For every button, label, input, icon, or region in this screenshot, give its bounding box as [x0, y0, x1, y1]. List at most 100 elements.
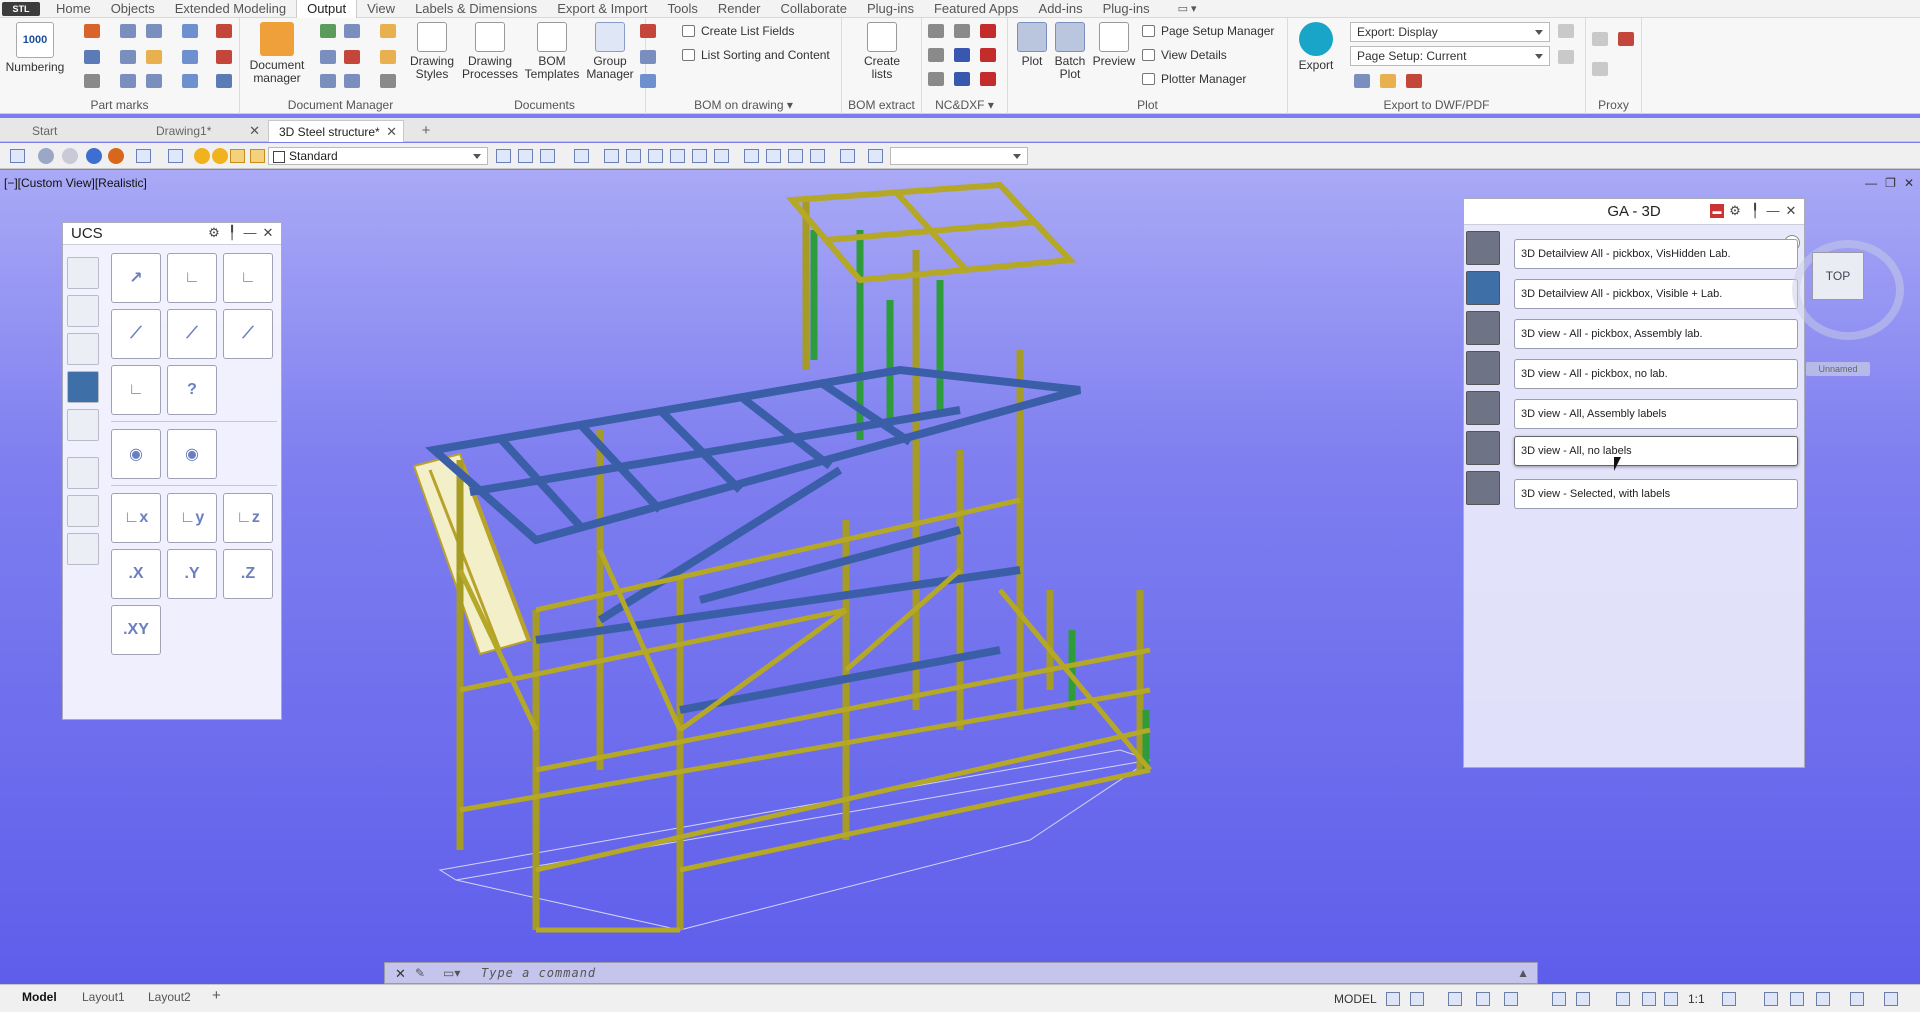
lock-icon[interactable] [250, 149, 265, 163]
command-input[interactable]: Type a command [481, 966, 596, 980]
iso-view-icon[interactable] [744, 149, 759, 163]
viewcube[interactable]: TOP [1812, 252, 1864, 300]
pin-icon[interactable]: ╿ [1748, 204, 1762, 218]
part-mark-icon[interactable] [216, 24, 232, 38]
visual-style-select[interactable]: Standard [268, 147, 488, 165]
part-mark-icon[interactable] [120, 50, 136, 64]
list-sorting-button[interactable]: List Sorting and Content [682, 48, 830, 62]
light-icon[interactable] [230, 149, 245, 163]
export-button[interactable]: Export [1296, 22, 1336, 72]
close-icon[interactable]: ✕ [261, 226, 275, 240]
tools-icon[interactable] [67, 295, 99, 327]
panel-title-bom-on-drawing[interactable]: BOM on drawing ▾ [646, 98, 841, 112]
plus-icon[interactable] [1764, 992, 1778, 1006]
pin-icon[interactable]: ╿ [225, 226, 239, 240]
ucs-face-button[interactable]: ⟋ [111, 309, 161, 359]
sun-icon[interactable] [212, 148, 228, 164]
customize-icon[interactable]: ✎ [415, 966, 425, 980]
close-icon[interactable]: ✕ [249, 120, 260, 142]
tab-drawing1[interactable]: Drawing1* ✕ [146, 120, 266, 142]
model-viewport[interactable]: [−][Custom View][Realistic] — ❐ ✕ UCS ⚙ … [0, 170, 1920, 992]
minimize-icon[interactable]: — [1766, 204, 1780, 218]
layout-tab-model[interactable]: Model [22, 990, 57, 1004]
document-icon[interactable] [320, 50, 336, 64]
annotation-scale[interactable]: 1:1 [1688, 992, 1705, 1006]
ucs-rotate-z-button[interactable]: ∟z [223, 493, 273, 543]
chevron-up-icon[interactable]: ▲ [1517, 966, 1529, 980]
document-manager-button[interactable]: Document manager [244, 22, 310, 85]
ucs-panel-titlebar[interactable]: UCS ⚙ ╿ — ✕ [63, 223, 281, 245]
ga-category-icon[interactable] [1466, 431, 1500, 465]
ucs-tool-icon[interactable] [67, 495, 99, 527]
sphere-icon[interactable] [86, 148, 102, 164]
add-layout-button[interactable]: + [212, 987, 221, 1004]
layout-tab-layout1[interactable]: Layout1 [82, 990, 125, 1004]
document-icon[interactable] [344, 50, 360, 64]
ucs-view-button[interactable]: ⟋ [167, 309, 217, 359]
ucs-tool-icon[interactable] [67, 257, 99, 289]
part-mark-icon[interactable] [120, 24, 136, 38]
part-mark-icon[interactable] [120, 74, 136, 88]
cam-icon[interactable] [954, 48, 970, 62]
menu-labels-dimensions[interactable]: Labels & Dimensions [405, 0, 547, 18]
ucs-tool-icon[interactable] [67, 533, 99, 565]
fullscreen-icon[interactable] [1850, 992, 1864, 1006]
ga-item[interactable]: 3D Detailview All - pickbox, VisHidden L… [1514, 239, 1798, 269]
ucs-rotate-y-button[interactable]: ∟y [167, 493, 217, 543]
menu-featured-apps[interactable]: Featured Apps [924, 0, 1029, 18]
bom-icon[interactable] [640, 24, 656, 38]
snap-icon[interactable] [1410, 992, 1424, 1006]
export-option-icon[interactable] [1406, 74, 1422, 88]
ortho-icon[interactable] [1448, 992, 1462, 1006]
ucs-world-button[interactable]: ↗ [111, 253, 161, 303]
tab-3d-steel-structure[interactable]: 3D Steel structure* ✕ [268, 120, 404, 142]
menu-icon[interactable] [1884, 992, 1898, 1006]
page-setup-select[interactable]: Page Setup: Current [1350, 46, 1550, 66]
menu-render[interactable]: Render [708, 0, 771, 18]
proxy-icon[interactable] [1618, 32, 1634, 46]
batch-plot-button[interactable]: Batch Plot [1052, 22, 1088, 81]
named-view-select[interactable] [890, 147, 1028, 165]
annotation-icon[interactable] [1616, 992, 1630, 1006]
stair-icon[interactable] [1466, 471, 1500, 505]
ucs-tool-icon[interactable] [67, 457, 99, 489]
isolate-icon[interactable] [1816, 992, 1830, 1006]
part-mark-icon[interactable] [84, 74, 100, 88]
document-icon[interactable] [380, 24, 396, 38]
export-option-icon[interactable] [1558, 50, 1574, 64]
named-view-badge[interactable]: Unnamed [1806, 362, 1870, 376]
part-mark-icon[interactable] [146, 50, 162, 64]
view-icon[interactable] [136, 149, 151, 163]
plot-button[interactable]: Plot [1014, 22, 1050, 68]
dxf-icon[interactable] [928, 48, 944, 62]
layout-tab-layout2[interactable]: Layout2 [148, 990, 191, 1004]
bom-icon[interactable] [640, 50, 656, 64]
help-icon[interactable] [182, 50, 198, 64]
view-details-button[interactable]: View Details [1142, 48, 1227, 62]
polar-icon[interactable] [1476, 992, 1490, 1006]
part-mark-icon[interactable] [146, 24, 162, 38]
iso-view-icon[interactable] [766, 149, 781, 163]
help-icon[interactable] [182, 24, 198, 38]
bom-icon[interactable] [640, 74, 656, 88]
menu-extended-modeling[interactable]: Extended Modeling [165, 0, 296, 18]
dynamic-ucs-icon[interactable] [1576, 992, 1590, 1006]
help-icon[interactable] [182, 74, 198, 88]
export-option-icon[interactable] [1380, 74, 1396, 88]
menu-export-import[interactable]: Export & Import [547, 0, 657, 18]
viewport-icon[interactable] [868, 149, 883, 163]
nc-icon[interactable] [980, 72, 996, 86]
ga-item[interactable]: 3D view - All - pickbox, Assembly lab. [1514, 319, 1798, 349]
ucs-tool-icon[interactable] [67, 371, 99, 403]
menu-view[interactable]: View [357, 0, 405, 18]
grid-icon[interactable] [1386, 992, 1400, 1006]
create-list-fields-button[interactable]: Create List Fields [682, 24, 794, 38]
menu-objects[interactable]: Objects [101, 0, 165, 18]
ucs-rotate-x-button[interactable]: ∟x [111, 493, 161, 543]
gear-icon[interactable]: ⚙ [207, 226, 221, 240]
m-icon[interactable] [980, 24, 996, 38]
export-option-icon[interactable] [1558, 24, 1574, 38]
document-icon[interactable] [320, 74, 336, 88]
annotation-icon[interactable] [1642, 992, 1656, 1006]
drawing-styles-button[interactable]: Drawing Styles [404, 22, 460, 81]
